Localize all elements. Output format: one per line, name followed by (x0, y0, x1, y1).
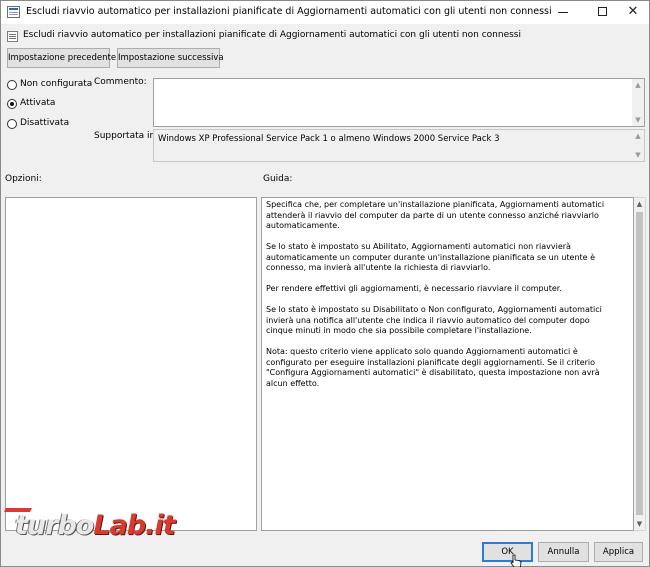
close-icon: ✕ (627, 4, 639, 19)
help-paragraph: Se lo stato è impostato su Disabilitato … (266, 305, 602, 335)
maximize-icon (598, 7, 607, 16)
minimize-button[interactable] (546, 1, 580, 24)
help-paragraph: Nota: questo criterio viene applicato so… (266, 347, 600, 388)
close-button[interactable]: ✕ (616, 1, 650, 24)
policy-editor-icon (7, 6, 20, 18)
ok-button[interactable]: OK (482, 542, 533, 562)
previous-setting-button[interactable]: Impostazione precedente (7, 48, 116, 68)
policy-title: Escludi riavvio automatico per installaz… (23, 30, 521, 40)
scroll-up-icon[interactable]: ▲ (632, 130, 644, 142)
help-paragraph: Specifica che, per completare un'install… (266, 200, 605, 230)
comment-label: Commento: (94, 77, 147, 87)
policy-dialog: Escludi riavvio automatico per installaz… (0, 0, 650, 567)
scroll-down-icon[interactable]: ▼ (632, 114, 644, 126)
title-bar[interactable]: Escludi riavvio automatico per installaz… (1, 1, 649, 24)
help-scrollbar[interactable]: ▲ ▼ (634, 197, 646, 531)
comment-scrollbar[interactable]: ▲ ▼ (632, 79, 644, 126)
scroll-up-icon[interactable]: ▲ (634, 198, 645, 210)
help-text: Specifica che, per completare un'install… (266, 200, 618, 400)
hand-cursor-icon (510, 554, 522, 567)
comment-textbox[interactable]: ▲ ▼ (153, 78, 645, 127)
radio-button[interactable] (7, 119, 17, 129)
logo-text-part2: Lab.it (93, 510, 175, 541)
scroll-down-icon[interactable]: ▼ (634, 518, 645, 530)
options-label: Opzioni: (5, 174, 42, 184)
logo-text: turboLab.it (15, 510, 176, 541)
apply-button[interactable]: Applica (594, 542, 643, 562)
policy-setting-icon (7, 31, 18, 42)
radio-button-checked[interactable] (7, 99, 17, 109)
supported-label: Supportata in: (94, 131, 159, 141)
maximize-button[interactable] (585, 1, 619, 24)
supported-scrollbar[interactable]: ▲ ▼ (632, 130, 644, 161)
radio-button[interactable] (7, 80, 17, 90)
help-paragraph: Per rendere effettivi gli aggiornamenti,… (266, 284, 562, 293)
help-pane: Specifica che, per completare un'install… (261, 197, 634, 531)
supported-textbox: Windows XP Professional Service Pack 1 o… (153, 129, 645, 162)
help-label: Guida: (263, 174, 293, 184)
logo-text-part1: turbo (15, 510, 94, 541)
radio-label: Attivata (20, 98, 56, 108)
minimize-icon (558, 12, 568, 13)
window-title: Escludi riavvio automatico per installaz… (26, 6, 552, 17)
supported-value: Windows XP Professional Service Pack 1 o… (158, 134, 500, 144)
policy-header: Escludi riavvio automatico per installaz… (5, 29, 645, 45)
options-pane (5, 197, 257, 531)
next-setting-button[interactable]: Impostazione successiva (117, 48, 224, 68)
scroll-down-icon[interactable]: ▼ (632, 149, 644, 161)
scroll-thumb[interactable] (636, 212, 643, 515)
scroll-up-icon[interactable]: ▲ (632, 79, 644, 91)
turbolab-watermark-logo: turboLab.it (4, 504, 240, 544)
help-paragraph: Se lo stato è impostato su Abilitato, Ag… (266, 242, 596, 272)
radio-label: Disattivata (20, 118, 70, 128)
cancel-button[interactable]: Annulla (538, 542, 589, 562)
radio-label: Non configurata (20, 79, 93, 89)
